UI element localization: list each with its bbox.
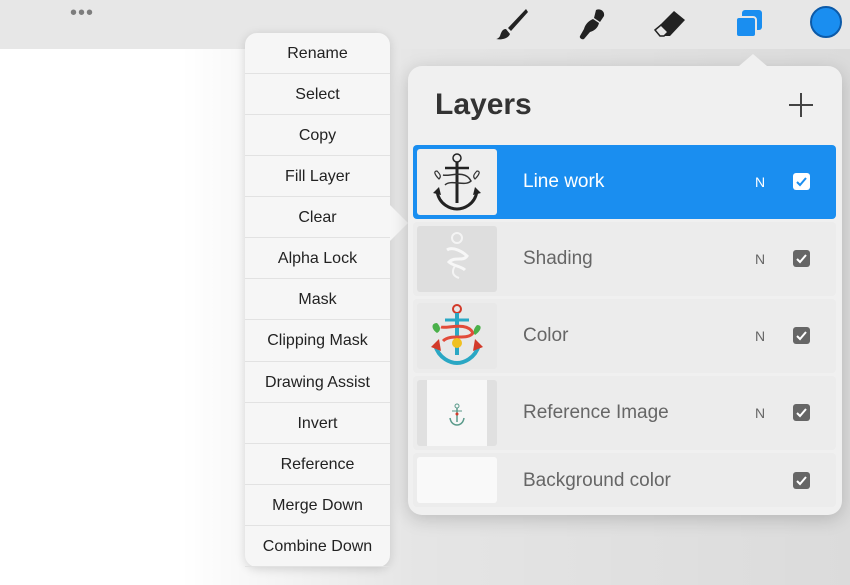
top-toolbar: ••• — [0, 0, 850, 49]
layer-row-shading[interactable]: Shading N — [413, 222, 836, 296]
menu-item-clipping-mask[interactable]: Clipping Mask — [245, 320, 390, 362]
layer-thumbnail — [417, 303, 497, 369]
menu-item-clear[interactable]: Clear — [245, 197, 390, 239]
menu-item-combine-down[interactable]: Combine Down — [245, 526, 390, 567]
menu-pointer-arrow — [390, 205, 408, 241]
visibility-checkbox[interactable] — [793, 173, 810, 190]
visibility-checkbox[interactable] — [793, 404, 810, 421]
layer-thumbnail — [417, 457, 497, 503]
panel-title: Layers — [435, 88, 532, 121]
brush-icon[interactable] — [494, 6, 530, 42]
layer-name: Reference Image — [523, 402, 669, 423]
menu-item-merge-down[interactable]: Merge Down — [245, 485, 390, 526]
ellipsis-icon[interactable]: ••• — [70, 3, 94, 23]
layer-name: Line work — [523, 171, 605, 192]
layer-thumbnail — [417, 226, 497, 292]
layer-options-menu: Rename Select Copy Fill Layer Clear Alph… — [245, 33, 408, 567]
menu-item-alpha-lock[interactable]: Alpha Lock — [245, 238, 390, 280]
blend-mode-button[interactable]: N — [755, 145, 765, 219]
layer-row-background-color[interactable]: Background color — [413, 453, 836, 507]
layer-name: Shading — [523, 248, 593, 269]
layer-row-line-work[interactable]: Line work N — [413, 145, 836, 219]
visibility-checkbox[interactable] — [793, 472, 810, 489]
menu-item-rename[interactable]: Rename — [245, 33, 390, 75]
visibility-checkbox[interactable] — [793, 327, 810, 344]
eraser-icon[interactable] — [652, 6, 688, 42]
visibility-checkbox[interactable] — [793, 250, 810, 267]
layers-panel: Layers Line work N Shading N Color N Ref… — [408, 54, 842, 515]
layer-thumbnail — [417, 149, 497, 215]
menu-item-select[interactable]: Select — [245, 74, 390, 116]
menu-item-invert[interactable]: Invert — [245, 403, 390, 444]
layer-name: Background color — [523, 470, 671, 491]
menu-item-drawing-assist[interactable]: Drawing Assist — [245, 362, 390, 403]
plus-icon[interactable] — [786, 90, 816, 120]
layer-row-reference-image[interactable]: Reference Image N — [413, 376, 836, 450]
blend-mode-button[interactable]: N — [755, 299, 765, 373]
layer-name: Color — [523, 325, 569, 346]
layer-thumbnail — [417, 380, 497, 446]
menu-item-reference[interactable]: Reference — [245, 444, 390, 485]
layer-row-color[interactable]: Color N — [413, 299, 836, 373]
smudge-icon[interactable] — [574, 6, 610, 42]
blend-mode-button[interactable]: N — [755, 376, 765, 450]
layers-icon[interactable] — [731, 6, 767, 42]
menu-item-fill-layer[interactable]: Fill Layer — [245, 156, 390, 198]
panel-pointer-notch — [739, 54, 767, 66]
menu-item-copy[interactable]: Copy — [245, 115, 390, 157]
current-color-swatch[interactable] — [810, 6, 842, 38]
menu-item-mask[interactable]: Mask — [245, 279, 390, 321]
blend-mode-button[interactable]: N — [755, 222, 765, 296]
